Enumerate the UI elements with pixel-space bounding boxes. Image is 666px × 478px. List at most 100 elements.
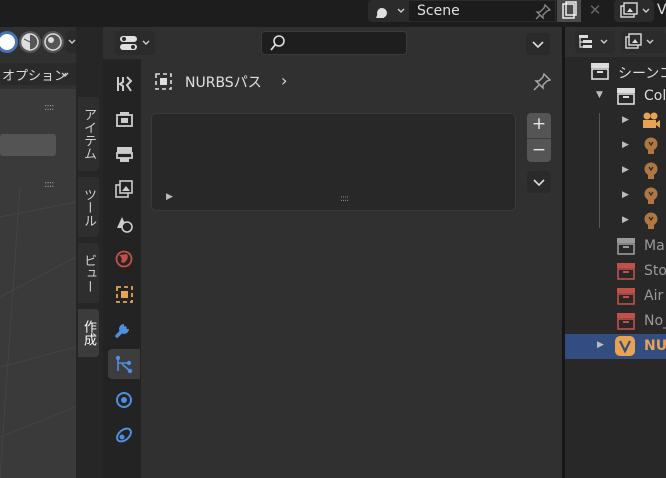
list-item[interactable]: ▶ xyxy=(565,109,666,134)
physics-icon xyxy=(116,392,132,408)
scene-selector-button[interactable] xyxy=(368,0,408,22)
pin-icon xyxy=(533,72,552,91)
rendered-shading-icon xyxy=(44,33,62,51)
scene-data-icon xyxy=(376,8,405,18)
outliner: シーンコ ▼ Col ▶ ▶ ▶ ▶ ▶ Ma Sto Air xyxy=(565,27,666,478)
tab-item[interactable]: アイテム xyxy=(78,97,99,171)
expand-triangle-icon[interactable]: ▶ xyxy=(597,340,604,350)
chevron-down-icon xyxy=(532,41,544,49)
outliner-icon xyxy=(579,35,608,48)
viewport-options-dropdown[interactable]: オプション xyxy=(0,63,76,85)
view-layer-icon xyxy=(625,33,654,49)
list-item[interactable]: シーンコ xyxy=(565,59,666,84)
list-item[interactable]: ▼ Col xyxy=(565,84,666,109)
expand-triangle-icon[interactable]: ▶ xyxy=(622,215,629,225)
expand-triangle-icon[interactable]: ▶ xyxy=(166,192,173,202)
outliner-header xyxy=(565,27,666,57)
tab-object[interactable] xyxy=(108,279,140,309)
chevron-down-icon xyxy=(533,179,545,187)
pin-button[interactable] xyxy=(531,71,553,97)
tab-create[interactable]: 作成 xyxy=(78,309,99,357)
shading-dropdown[interactable] xyxy=(66,31,76,53)
tab-output[interactable] xyxy=(108,139,140,169)
new-scene-button[interactable] xyxy=(557,0,581,22)
tab-scene[interactable] xyxy=(108,209,140,239)
panel-field[interactable] xyxy=(0,134,56,156)
collection-red-icon xyxy=(617,288,635,305)
render-icon xyxy=(116,112,133,127)
view-layer-icon xyxy=(115,180,133,198)
filter-button[interactable] xyxy=(621,31,666,53)
remove-slot-button[interactable]: − xyxy=(527,138,551,162)
delete-scene-button[interactable]: ✕ xyxy=(583,0,607,22)
tab-tool-settings[interactable] xyxy=(108,69,140,99)
collapse-triangle-icon[interactable]: ▼ xyxy=(596,90,603,100)
tab-world[interactable] xyxy=(108,244,140,274)
tab-view-layer[interactable] xyxy=(108,174,140,204)
material-shading-button[interactable] xyxy=(19,31,41,53)
3d-viewport[interactable]: オプション :::: :::: xyxy=(0,27,76,478)
scene-name-field[interactable]: Scene xyxy=(408,0,556,22)
pin-icon[interactable] xyxy=(533,2,553,22)
view-layer-icon xyxy=(620,2,650,18)
tab-view[interactable]: ビュー xyxy=(78,243,99,303)
expand-triangle-icon[interactable]: ▶ xyxy=(622,190,629,200)
collection-icon xyxy=(617,88,635,105)
material-slot-list[interactable]: ▶ :::: xyxy=(151,113,516,211)
list-item-label: Air xyxy=(644,288,664,304)
scene-icon xyxy=(117,217,133,233)
panel-drag-handle[interactable]: :::: xyxy=(44,102,55,113)
rendered-shading-button[interactable] xyxy=(42,31,64,53)
list-item-label: シーンコ xyxy=(618,66,666,82)
light-object-icon xyxy=(644,212,658,229)
expand-triangle-icon[interactable]: ▶ xyxy=(622,140,629,150)
add-slot-button[interactable]: + xyxy=(527,113,551,137)
scene-collection-icon xyxy=(591,63,609,80)
list-item-label: Sto xyxy=(644,263,666,279)
solid-shading-button[interactable] xyxy=(0,31,18,53)
tab-render[interactable] xyxy=(108,104,140,134)
list-item[interactable]: Sto xyxy=(565,259,666,284)
curve-object-icon xyxy=(155,73,172,90)
list-item[interactable]: Air xyxy=(565,284,666,309)
expand-triangle-icon[interactable]: ▶ xyxy=(622,115,629,125)
header-options-dropdown[interactable] xyxy=(526,33,550,55)
viewport-grid xyxy=(0,186,76,478)
tab-tool[interactable]: ツール xyxy=(78,177,99,237)
properties-editor-icon xyxy=(120,36,150,50)
view-layer-name[interactable]: V xyxy=(657,2,666,18)
properties-header xyxy=(103,27,562,59)
tab-constraints[interactable] xyxy=(108,419,140,449)
object-icon xyxy=(116,286,133,303)
breadcrumb-separator: › xyxy=(281,71,288,90)
editor-type-button[interactable] xyxy=(115,31,155,55)
tool-icon xyxy=(117,76,133,92)
search-input[interactable] xyxy=(261,31,407,55)
list-item-label: Ma xyxy=(644,238,665,254)
tab-modifiers[interactable] xyxy=(108,314,140,344)
modifier-icon xyxy=(115,324,129,338)
list-item[interactable]: No_ xyxy=(565,309,666,334)
curve-data-icon xyxy=(115,355,133,374)
list-item[interactable]: ▶ NU xyxy=(565,334,666,359)
light-object-icon xyxy=(644,187,658,204)
view-layer-selector-button[interactable] xyxy=(614,0,654,22)
list-item[interactable]: Ma xyxy=(565,234,666,259)
panel-drag-handle[interactable]: :::: xyxy=(44,179,55,190)
list-item-label: NU xyxy=(644,338,666,354)
search-icon xyxy=(270,35,285,51)
constraint-icon xyxy=(116,427,132,443)
chevron-down-icon xyxy=(68,39,76,44)
properties-editor: NURBSパス › ▶ :::: + − xyxy=(103,27,562,478)
display-mode-button[interactable] xyxy=(575,31,615,53)
list-item-label: Col xyxy=(644,88,666,104)
list-item[interactable]: ▶ xyxy=(565,134,666,159)
list-resize-handle[interactable]: :::: xyxy=(340,194,349,204)
tab-physics[interactable] xyxy=(108,384,140,414)
slot-specials-menu[interactable] xyxy=(527,171,551,193)
expand-triangle-icon[interactable]: ▶ xyxy=(622,165,629,175)
tab-curve-data[interactable] xyxy=(108,349,140,379)
list-item[interactable]: ▶ xyxy=(565,184,666,209)
list-item[interactable]: ▶ xyxy=(565,159,666,184)
list-item[interactable]: ▶ xyxy=(565,209,666,234)
